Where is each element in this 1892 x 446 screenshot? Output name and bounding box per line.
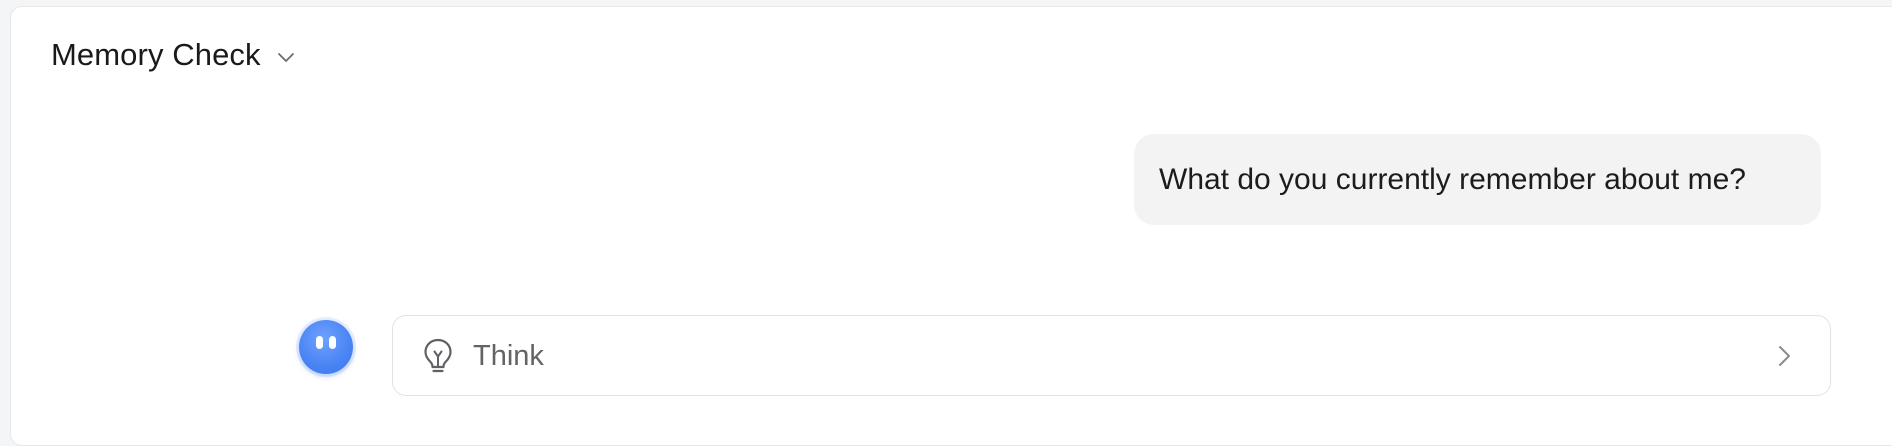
user-message-bubble: What do you currently remember about me? bbox=[1134, 134, 1821, 225]
conversation-title: Memory Check bbox=[51, 37, 261, 72]
think-label: Think bbox=[473, 340, 544, 372]
conversation-title-dropdown[interactable]: Memory Check bbox=[51, 37, 297, 73]
avatar-eye-right bbox=[329, 336, 336, 349]
user-message-text: What do you currently remember about me? bbox=[1159, 162, 1746, 196]
avatar-eye-left bbox=[316, 336, 323, 349]
assistant-avatar-icon bbox=[299, 320, 353, 374]
lightbulb-icon bbox=[424, 338, 452, 373]
think-panel-toggle[interactable]: Think bbox=[392, 315, 1831, 396]
chevron-right-icon bbox=[1779, 346, 1790, 366]
chevron-down-icon bbox=[277, 53, 294, 62]
